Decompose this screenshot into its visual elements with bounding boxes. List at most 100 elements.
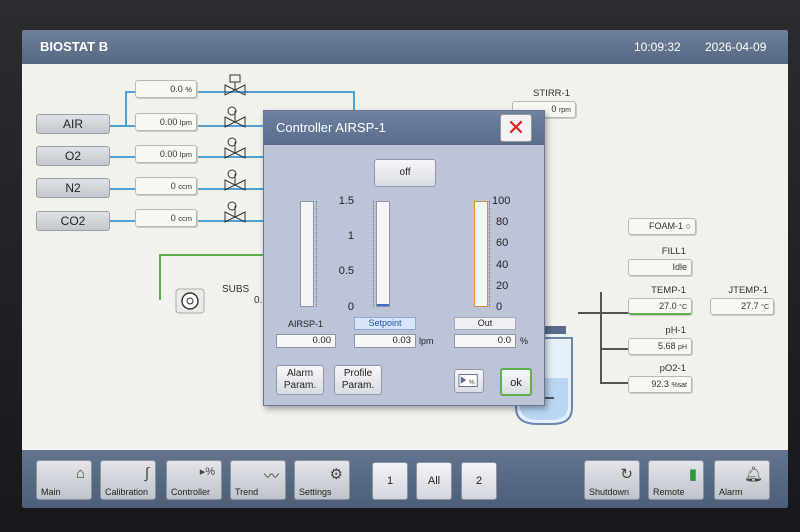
valve-icon-co2[interactable] — [222, 201, 248, 223]
stirrer-value: 0 — [551, 104, 557, 114]
close-icon[interactable]: ✕ — [500, 114, 532, 142]
fill-tag[interactable]: FILL1 Idle — [628, 246, 692, 276]
right-scale-label-4: 40 — [496, 259, 509, 271]
flow-value-top[interactable]: 0.0 % — [135, 80, 197, 98]
controller-dialog: Controller AIRSP-1 ✕ off 1.5 1 0.5 0 100… — [263, 110, 545, 406]
bottom-nav-bar: ⌂ Main ∫ Calibration ▸% Controller 〰 Tre… — [22, 450, 788, 508]
jtemp-tag[interactable]: JTEMP-1 27.7 °C — [710, 285, 774, 315]
nav-remote-button[interactable]: ▮ Remote — [648, 460, 704, 500]
flow-air-unit: lpm — [179, 118, 192, 127]
gas-button-n2[interactable]: N2 — [36, 178, 110, 198]
flow-value-air[interactable]: 0.00 lpm — [135, 113, 197, 131]
ok-button[interactable]: ok — [500, 368, 532, 396]
valve-icon-o2[interactable] — [222, 137, 248, 159]
jtemp-name: JTEMP-1 — [728, 285, 768, 296]
valve-icon-top[interactable] — [222, 74, 248, 96]
gas-button-co2[interactable]: CO2 — [36, 211, 110, 231]
setpoint-field[interactable]: 0.03 — [354, 334, 416, 348]
app-title: BIOSTAT B — [40, 39, 109, 54]
pv-value: 0.00 — [312, 335, 332, 346]
flow-value-n2[interactable]: 0 ccm — [135, 177, 197, 195]
out-unit: % — [520, 336, 529, 346]
controller-mode-icon[interactable]: % — [454, 369, 484, 393]
ph-value: 5.68 — [658, 341, 676, 351]
pipe-tag-ph — [600, 348, 630, 350]
calibration-icon: ∫ — [144, 465, 149, 482]
nav-alarm-label: Alarm — [719, 487, 743, 497]
pipe-tag-po2 — [600, 382, 630, 384]
out-field: 0.0 — [454, 334, 516, 348]
nav-trend-button[interactable]: 〰 Trend — [230, 460, 286, 500]
right-scale-label-6: 0 — [496, 301, 503, 313]
nav-settings-button[interactable]: ⚙ Settings — [294, 460, 350, 500]
flow-air-value: 0.00 — [159, 117, 178, 127]
page-1-button[interactable]: 1 — [372, 462, 408, 500]
flow-n2-unit: ccm — [178, 182, 192, 191]
nav-shutdown-button[interactable]: ↻ Shutdown — [584, 460, 640, 500]
alarm-param-button[interactable]: Alarm Param. — [276, 365, 324, 395]
pv-gauge — [300, 201, 314, 307]
nav-calibration-button[interactable]: ∫ Calibration — [100, 460, 156, 500]
settings-icon: ⚙ — [329, 466, 343, 483]
nav-alarm-button[interactable]: 🔔︎ Alarm — [714, 460, 770, 500]
nav-controller-button[interactable]: ▸% Controller — [166, 460, 222, 500]
po2-tag[interactable]: pO2-1 92.3 %sat — [628, 363, 692, 393]
valve-icon-air[interactable] — [222, 106, 248, 128]
valve-icon-n2[interactable] — [222, 169, 248, 191]
clock-date: 2026-04-09 — [705, 40, 767, 54]
foam-box: FOAM-1 ○ — [628, 218, 696, 235]
page-2-button[interactable]: 2 — [461, 462, 497, 500]
alarm-param-label-2: Param. — [283, 380, 317, 391]
flow-value-o2[interactable]: 0.00 lpm — [135, 145, 197, 163]
nav-main-button[interactable]: ⌂ Main — [36, 460, 92, 500]
ok-label: ok — [510, 377, 522, 389]
gas-label-co2: CO2 — [60, 214, 86, 228]
clock-time: 10:09:32 — [634, 40, 681, 54]
page-all-button[interactable]: All — [416, 462, 452, 500]
right-scale-label-5: 20 — [496, 280, 509, 292]
setpoint-label: Setpoint — [354, 317, 416, 330]
stirrer-unit: rpm — [558, 107, 571, 114]
nav-settings-label: Settings — [299, 487, 332, 497]
jtemp-unit: °C — [761, 304, 769, 311]
mode-button[interactable]: off — [374, 159, 436, 187]
substrate-tag[interactable]: SUBS 0. — [222, 284, 266, 306]
stirrer-name: STIRR-1 — [533, 88, 570, 99]
nav-calibration-label: Calibration — [105, 487, 149, 497]
foam-tag[interactable]: FOAM-1 ○ — [628, 216, 696, 235]
temp-name: TEMP-1 — [651, 285, 686, 296]
left-scale-label-1: 1.5 — [338, 195, 354, 207]
hmi-screen: BIOSTAT B 10:09:32 2026-04-09 AIR O2 N2 … — [22, 30, 788, 508]
nav-shutdown-label: Shutdown — [589, 487, 630, 497]
po2-name: pO2-1 — [659, 363, 686, 374]
fill-value: Idle — [628, 259, 692, 276]
pipe-substrate — [159, 254, 263, 256]
gas-label-o2: O2 — [64, 149, 81, 163]
main-icon: ⌂ — [75, 465, 85, 482]
profile-param-button[interactable]: Profile Param. — [334, 365, 382, 395]
flow-value-co2[interactable]: 0 ccm — [135, 209, 197, 227]
fill-name: FILL1 — [661, 246, 686, 257]
pipe-tag-bus — [600, 292, 602, 384]
bell-icon: 🔔︎ — [743, 466, 763, 483]
gas-label-n2: N2 — [65, 181, 81, 195]
alarm-param-label-1: Alarm — [286, 368, 314, 379]
gas-button-o2[interactable]: O2 — [36, 146, 110, 166]
profile-param-label-1: Profile — [343, 368, 373, 379]
remote-icon: ▮ — [688, 466, 697, 483]
substrate-value: 0. — [254, 295, 263, 306]
pump-icon[interactable] — [175, 288, 205, 314]
title-bar: BIOSTAT B 10:09:32 2026-04-09 — [22, 30, 788, 64]
setpoint-gauge[interactable] — [376, 201, 390, 307]
gas-button-air[interactable]: AIR — [36, 114, 110, 134]
pv-gauge-ticks — [316, 201, 324, 307]
out-label-text: Out — [477, 318, 493, 328]
flow-top-unit: % — [185, 85, 192, 94]
ph-value-box: 5.68 pH — [628, 338, 692, 355]
dialog-title: Controller AIRSP-1 — [276, 120, 386, 135]
ph-tag[interactable]: pH-1 5.68 pH — [628, 325, 692, 355]
temp-tag[interactable]: TEMP-1 27.0 °C — [628, 285, 692, 315]
svg-text:%: % — [469, 379, 475, 386]
nav-controller-label: Controller — [171, 487, 211, 497]
temp-value-box: 27.0 °C — [628, 298, 692, 315]
